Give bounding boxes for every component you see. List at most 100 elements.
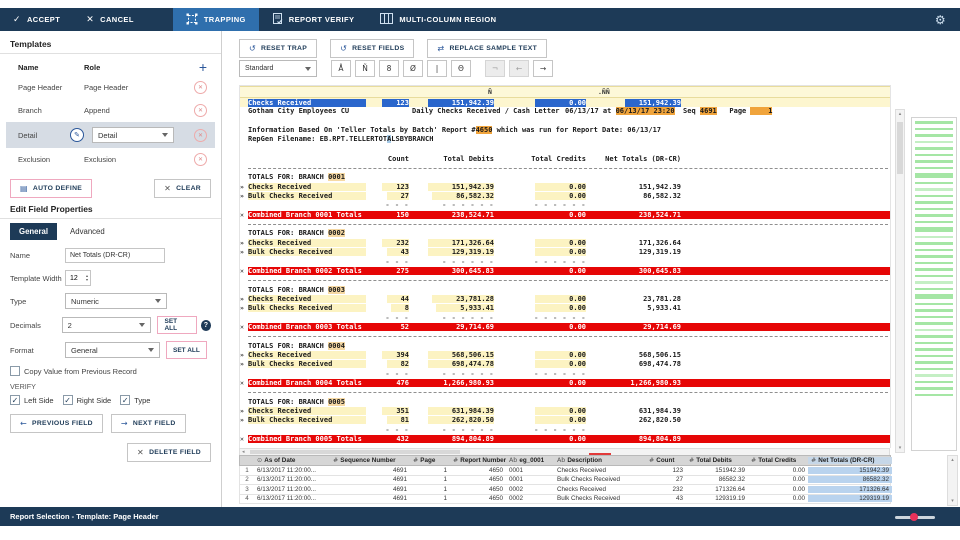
format-set-all-button[interactable]: SET ALL <box>166 341 207 359</box>
grid-column-header-count[interactable]: #Count <box>646 457 686 464</box>
checkbox-checked-icon[interactable] <box>10 395 20 405</box>
branch-totals-header[interactable]: TOTALS FOR: BRANCH 0004 <box>240 341 890 350</box>
reset-trap-button[interactable]: ↺ RESET TRAP <box>239 39 317 58</box>
separator-line[interactable] <box>240 332 890 341</box>
detail-row[interactable]: »Checks Received232171,326.640.00171,326… <box>240 238 890 247</box>
zoom-slider[interactable] <box>895 516 935 519</box>
trapped-field-row[interactable]: Checks Received123151,942.390.00151,942.… <box>240 98 890 107</box>
trap-type-button-Å[interactable]: Å <box>331 60 351 77</box>
detail-row[interactable]: »Checks Received123151,942.390.00151,942… <box>240 182 890 191</box>
grid-row[interactable]: 36/13/2017 11:20:00...4691146500002Check… <box>239 485 891 495</box>
decimals-set-all-button[interactable]: SET ALL <box>157 316 196 334</box>
gear-icon[interactable]: ⚙ <box>935 13 946 27</box>
previous-field-button[interactable]: ← PREVIOUS FIELD <box>10 414 103 433</box>
edit-pencil-icon[interactable]: ✎ <box>70 128 84 142</box>
trapping-tab[interactable]: TRAPPING <box>173 8 259 31</box>
detail-row[interactable]: »Checks Received4423,781.280.0023,781.28 <box>240 294 890 303</box>
grid-column-header-page[interactable]: #Page <box>410 457 450 464</box>
column-dashes-row[interactable]: - - -- - - - - -- - - - - - <box>240 313 890 322</box>
tab-general[interactable]: General <box>10 223 57 240</box>
copy-value-checkbox[interactable] <box>10 366 20 376</box>
help-icon[interactable]: ? <box>201 320 211 331</box>
type-dropdown[interactable]: Numeric <box>65 293 167 309</box>
separator-line[interactable] <box>240 219 890 228</box>
detail-row[interactable]: »Bulk Checks Received82698,474.780.00698… <box>240 360 890 369</box>
column-dashes-row[interactable]: - - -- - - - - -- - - - - - <box>240 257 890 266</box>
combined-totals-row[interactable]: ✕Combined Branch 0004 Totals4761,266,980… <box>240 378 890 387</box>
trap-type-button-8[interactable]: 8 <box>379 60 399 77</box>
branch-totals-header[interactable]: TOTALS FOR: BRANCH 0002 <box>240 229 890 238</box>
branch-totals-header[interactable]: TOTALS FOR: BRANCH 0001 <box>240 173 890 182</box>
doc-column-headers[interactable]: CountTotal DebitsTotal CreditsNet Totals… <box>240 154 890 163</box>
grid-column-header-as-of-date[interactable]: ⊙As of Date <box>254 457 330 464</box>
combined-totals-row[interactable]: ✕Combined Branch 0002 Totals275300,645.8… <box>240 266 890 275</box>
auto-define-button[interactable]: ▤ AUTO DEFINE <box>10 179 92 198</box>
scrollbar-thumb[interactable] <box>250 450 460 454</box>
detail-row[interactable]: »Bulk Checks Received2786,582.320.0086,5… <box>240 191 890 200</box>
grid-column-header-net-totals-dr-cr-[interactable]: #Net Totals (DR-CR) <box>808 457 892 464</box>
detail-row[interactable]: »Bulk Checks Received85,933.410.005,933.… <box>240 304 890 313</box>
delete-field-button[interactable]: ✕ DELETE FIELD <box>127 443 211 462</box>
verify-check-left-side[interactable]: Left Side <box>10 395 54 405</box>
column-dashes-row[interactable]: - - -- - - - - -- - - - - - <box>240 425 890 434</box>
grid-column-header-eg-0001[interactable]: Abeg_0001 <box>506 457 554 464</box>
branch-totals-header[interactable]: TOTALS FOR: BRANCH 0003 <box>240 285 890 294</box>
separator-line[interactable] <box>240 276 890 285</box>
report-info-line[interactable]: Information Based On 'Teller Totals by B… <box>240 126 890 135</box>
column-dashes-row[interactable]: - - -- - - - - -- - - - - - <box>240 201 890 210</box>
combined-totals-row[interactable]: ✕Combined Branch 0001 Totals150238,524.7… <box>240 210 890 219</box>
zoom-slider-thumb[interactable] <box>910 513 918 521</box>
clear-button[interactable]: ✕ CLEAR <box>154 179 211 198</box>
trap-type-button-Ñ[interactable]: Ñ <box>355 60 375 77</box>
checkbox-checked-icon[interactable] <box>120 395 130 405</box>
blank-line[interactable] <box>240 117 890 126</box>
separator-line[interactable] <box>240 163 890 172</box>
grid-column-header-sequence-number[interactable]: #Sequence Number <box>330 457 410 464</box>
trap-nav-button[interactable]: → <box>533 60 553 77</box>
accept-button[interactable]: ✓ ACCEPT <box>0 8 73 31</box>
report-verify-tab[interactable]: REPORT VERIFY <box>259 8 368 31</box>
template-role-dropdown[interactable]: Detail <box>92 127 174 143</box>
template-row-page-header[interactable]: Page Header Page Header ✕ <box>10 76 211 99</box>
scroll-up-icon[interactable]: ▴ <box>948 457 957 463</box>
delete-template-icon[interactable]: ✕ <box>194 104 207 117</box>
grid-header-row[interactable]: ⊙As of Date#Sequence Number#Page#Report … <box>239 455 891 466</box>
page-minimap[interactable] <box>911 117 957 451</box>
template-row-detail-selected[interactable]: Detail ✎ Detail ✕ <box>6 122 215 148</box>
checkbox-checked-icon[interactable] <box>63 395 73 405</box>
grid-vertical-scrollbar[interactable]: ▴ ▾ <box>947 455 958 506</box>
grid-column-header-total-credits[interactable]: #Total Credits <box>748 457 808 464</box>
report-header-line[interactable]: Gotham City Employees CUDaily Checks Rec… <box>240 107 890 116</box>
template-row-exclusion[interactable]: Exclusion Exclusion ✕ <box>10 148 211 171</box>
delete-template-icon[interactable]: ✕ <box>194 129 207 142</box>
document-vertical-scrollbar[interactable]: ▴ ▾ <box>895 109 905 453</box>
scroll-down-icon[interactable]: ▾ <box>896 445 904 451</box>
grid-column-header-description[interactable]: AbDescription <box>554 457 646 464</box>
template-row-branch[interactable]: Branch Append ✕ <box>10 99 211 122</box>
repgen-filename-line[interactable]: RepGen Filename: EB.RPT.TELLERTOTALSBYBR… <box>240 135 890 144</box>
grid-column-header-total-debits[interactable]: #Total Debits <box>686 457 748 464</box>
reset-fields-button[interactable]: ↺ RESET FIELDS <box>330 39 414 58</box>
replace-sample-text-button[interactable]: ⇄ REPLACE SAMPLE TEXT <box>427 39 547 58</box>
trap-type-button-Ø[interactable]: Ø <box>403 60 423 77</box>
grid-row[interactable]: 46/13/2017 11:20:00...4691146500002Bulk … <box>239 495 891 505</box>
stepper-arrows-icon[interactable]: ▴▾ <box>84 274 90 282</box>
trap-type-button-|[interactable]: | <box>427 60 447 77</box>
detail-row[interactable]: »Bulk Checks Received81262,820.500.00262… <box>240 416 890 425</box>
tab-advanced[interactable]: Advanced <box>61 223 114 240</box>
multi-column-region-tab[interactable]: MULTI-COLUMN REGION <box>367 8 509 31</box>
next-field-button[interactable]: → NEXT FIELD <box>111 414 186 433</box>
grid-row[interactable]: 16/13/2017 11:20:00...4691146500001Check… <box>239 466 891 476</box>
add-template-button[interactable]: + <box>199 59 207 75</box>
combined-totals-row[interactable]: ✕Combined Branch 0005 Totals432894,804.8… <box>240 434 890 443</box>
detail-row[interactable]: »Bulk Checks Received43129,319.190.00129… <box>240 248 890 257</box>
decimals-dropdown[interactable]: 2 <box>62 317 152 333</box>
column-dashes-row[interactable]: - - -- - - - - -- - - - - - <box>240 369 890 378</box>
trap-ruler[interactable]: Ñ.ÑÑ <box>240 86 890 98</box>
scroll-up-icon[interactable]: ▴ <box>896 111 904 117</box>
width-input[interactable] <box>66 275 84 282</box>
branch-totals-header[interactable]: TOTALS FOR: BRANCH 0005 <box>240 397 890 406</box>
template-width-stepper[interactable]: ▴▾ <box>65 270 91 286</box>
separator-line[interactable] <box>240 388 890 397</box>
report-document[interactable]: Ñ.ÑÑ Checks Received123151,942.390.00151… <box>239 85 891 448</box>
